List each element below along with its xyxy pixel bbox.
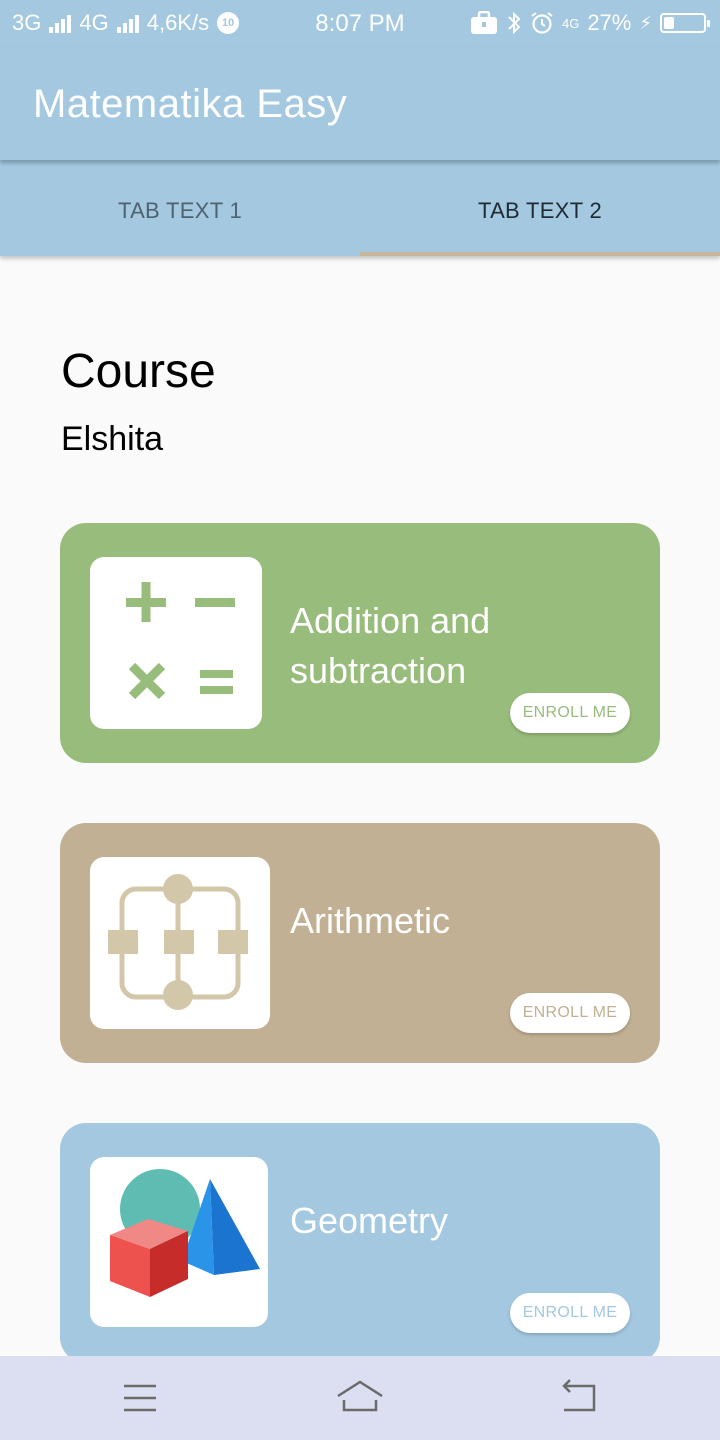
home-icon[interactable] [334,1378,386,1418]
course-title: Geometry [290,1200,449,1241]
app-bar: Matematika Easy [0,48,720,160]
bluetooth-icon [508,11,521,35]
tab-1[interactable]: TAB TEXT 1 [0,160,360,256]
battery-level [664,17,675,29]
tab-2[interactable]: TAB TEXT 2 [360,160,720,256]
charging-icon: ⚡ [639,12,652,33]
course-title: Addition and subtraction [290,596,490,696]
briefcase-icon [470,11,497,34]
battery-icon [660,13,710,33]
status-bar: 3G 4G 4,6K/s 10 8:07 PM 4G 27% ⚡ [0,0,720,48]
course-card-arithmetic[interactable]: Arithmetic ENROLL ME [60,823,660,1063]
geometric-shapes-icon [90,1157,268,1327]
alarm-icon [531,12,553,34]
app-title: Matematika Easy [33,82,348,126]
battery-percent: 27% [587,10,632,35]
page-title: Course [61,345,216,398]
course-title-line: subtraction [290,650,467,691]
back-icon[interactable] [558,1378,602,1418]
enroll-button[interactable]: ENROLL ME [510,693,630,733]
tab-bar: TAB TEXT 1 TAB TEXT 2 [0,160,720,256]
menu-icon[interactable] [118,1378,162,1418]
course-title: Arithmetic [290,900,451,941]
navigation-bar [0,1356,720,1440]
enroll-button[interactable]: ENROLL ME [510,1293,630,1333]
flowchart-icon [90,857,270,1029]
math-operators-icon [90,557,262,729]
course-card-geometry[interactable]: Geometry ENROLL ME [60,1123,660,1363]
enroll-button[interactable]: ENROLL ME [510,993,630,1033]
course-card-addition[interactable]: Addition and subtraction ENROLL ME [60,523,660,763]
status-right: 4G 27% ⚡ [470,10,710,36]
course-title-line: Addition and [290,600,491,641]
page-subtitle: Elshita [61,420,164,458]
lte-label: 4G [561,15,580,31]
